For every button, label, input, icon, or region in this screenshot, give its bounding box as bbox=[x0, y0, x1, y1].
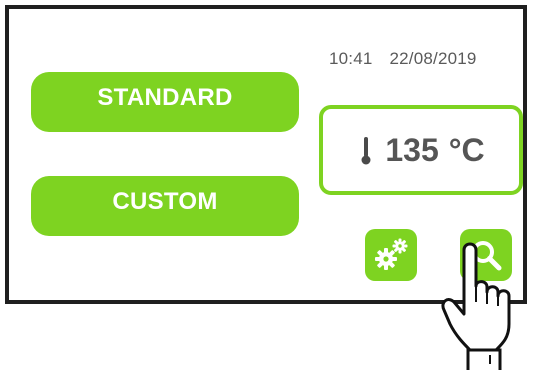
clock-date: 22/08/2019 bbox=[389, 49, 477, 68]
temperature-display: 135 °C bbox=[319, 105, 523, 195]
thermometer-icon bbox=[361, 137, 371, 165]
clock-time: 10:41 bbox=[329, 49, 373, 68]
standard-button[interactable]: STANDARD bbox=[31, 72, 299, 132]
custom-button[interactable]: CUSTOM bbox=[31, 176, 299, 236]
gears-icon bbox=[375, 238, 408, 270]
standard-button-label: STANDARD bbox=[97, 84, 233, 111]
temperature-value: 135 bbox=[385, 131, 439, 168]
custom-button-label: CUSTOM bbox=[112, 188, 218, 215]
pointing-hand bbox=[441, 242, 511, 370]
temperature-unit: °C bbox=[448, 131, 485, 168]
datetime-display: 10:41 22/08/2019 bbox=[329, 49, 477, 69]
settings-button[interactable] bbox=[365, 229, 417, 281]
